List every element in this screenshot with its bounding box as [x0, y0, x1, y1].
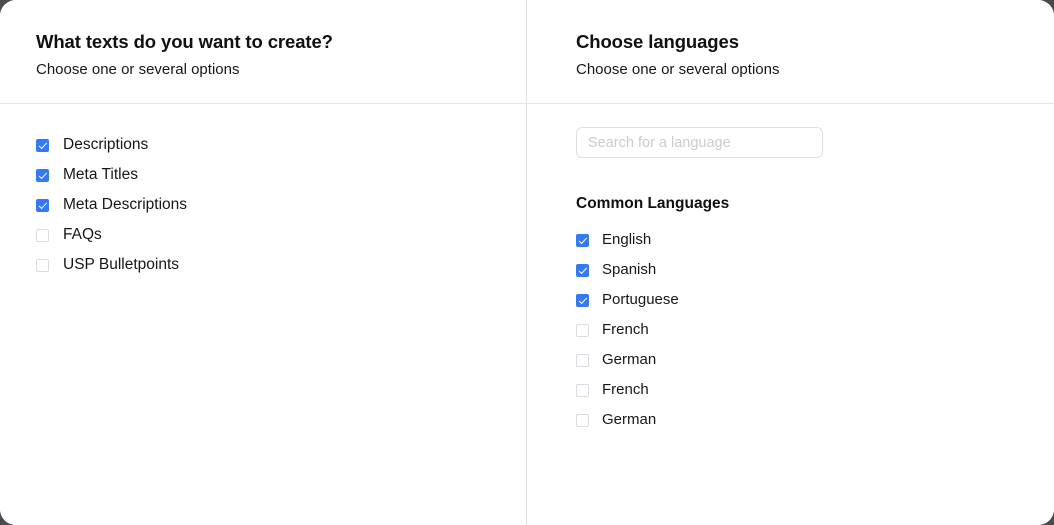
languages-subtitle: Choose one or several options	[576, 61, 780, 78]
checkbox-checked-icon[interactable]	[36, 168, 49, 182]
language-label: Portuguese	[602, 291, 679, 308]
text-type-label: Descriptions	[63, 136, 149, 153]
checkbox-checked-icon[interactable]	[576, 293, 589, 307]
text-type-item[interactable]: FAQs	[36, 220, 526, 250]
text-type-label: FAQs	[63, 226, 102, 243]
text-types-body: Descriptions Meta Titles Meta Descriptions…	[0, 104, 526, 280]
checkbox-checked-icon[interactable]	[36, 198, 49, 212]
languages-list: English Spanish Portuguese French German Fren…	[576, 225, 1054, 435]
text-types-subtitle: Choose one or several options	[36, 61, 240, 78]
text-types-panel: What texts do you want to create? Choose…	[0, 0, 527, 525]
language-item[interactable]: English	[576, 225, 1054, 255]
languages-header: Choose languages Choose one or several o…	[527, 0, 1054, 104]
selection-card: What texts do you want to create? Choose…	[0, 0, 1054, 525]
checkbox-unchecked-icon[interactable]	[576, 353, 589, 367]
checkbox-checked-icon[interactable]	[576, 233, 589, 247]
language-item[interactable]: German	[576, 405, 1054, 435]
checkbox-unchecked-icon[interactable]	[576, 323, 589, 337]
text-type-label: USP Bulletpoints	[63, 256, 180, 273]
language-item[interactable]: Spanish	[576, 255, 1054, 285]
language-label: German	[602, 411, 657, 428]
text-type-item[interactable]: Meta Titles	[36, 160, 526, 190]
text-type-label: Meta Descriptions	[63, 196, 188, 213]
languages-panel: Choose languages Choose one or several o…	[527, 0, 1054, 525]
text-type-label: Meta Titles	[63, 166, 138, 183]
checkbox-unchecked-icon[interactable]	[576, 383, 589, 397]
checkbox-checked-icon[interactable]	[36, 138, 49, 152]
languages-body: Common Languages English Spanish Portugues…	[527, 104, 1054, 435]
common-languages-heading: Common Languages	[576, 195, 730, 212]
text-type-item[interactable]: Meta Descriptions	[36, 190, 526, 220]
checkbox-checked-icon[interactable]	[576, 263, 589, 277]
text-type-item[interactable]: Descriptions	[36, 130, 526, 160]
checkbox-unchecked-icon[interactable]	[576, 413, 589, 427]
text-types-title: What texts do you want to create?	[36, 31, 333, 52]
languages-title: Choose languages	[576, 31, 739, 52]
language-item[interactable]: Portuguese	[576, 285, 1054, 315]
text-type-item[interactable]: USP Bulletpoints	[36, 250, 526, 280]
language-label: French	[602, 381, 649, 398]
language-label: German	[602, 351, 657, 368]
language-label: English	[602, 231, 652, 248]
language-item[interactable]: French	[576, 375, 1054, 405]
language-item[interactable]: German	[576, 345, 1054, 375]
text-types-list: Descriptions Meta Titles Meta Descriptions…	[36, 130, 526, 280]
checkbox-unchecked-icon[interactable]	[36, 258, 49, 272]
language-search-input[interactable]	[576, 127, 823, 158]
language-label: French	[602, 321, 649, 338]
text-types-header: What texts do you want to create? Choose…	[0, 0, 526, 104]
language-label: Spanish	[602, 261, 657, 278]
checkbox-unchecked-icon[interactable]	[36, 228, 49, 242]
language-item[interactable]: French	[576, 315, 1054, 345]
language-search-wrap	[576, 127, 823, 158]
